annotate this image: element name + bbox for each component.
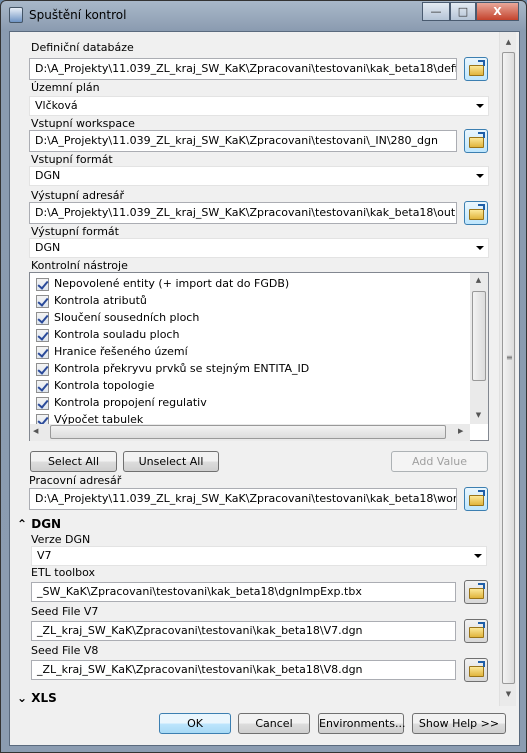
list-item[interactable]: Kontrola souladu ploch [36, 328, 179, 345]
parameters-panel: Definiční databáze D:\A_Projekty\11.039_… [0, 0, 527, 706]
scroll-right-icon[interactable]: ▶ [458, 427, 463, 435]
scroll-down-icon[interactable]: ▼ [470, 411, 487, 419]
cancel-button[interactable]: Cancel [238, 713, 310, 734]
folder-icon [469, 204, 485, 220]
label-seed-v8: Seed File V8 [31, 644, 99, 657]
scroll-up-icon[interactable]: ▲ [470, 276, 487, 284]
list-item-label: Kontrola propojení regulativ [54, 396, 207, 409]
etl-toolbox-input[interactable]: _SW_KaK\Zpracovani\testovani\kak_beta18\… [31, 582, 456, 602]
list-item[interactable]: Hranice řešeného území [36, 345, 188, 362]
vystupni-format-dropdown[interactable]: DGN [29, 238, 489, 258]
browse-button[interactable] [464, 619, 488, 643]
kontrolni-nastroje-list: Nepovolené entity (+ import dat do FGDB)… [29, 272, 489, 441]
list-item[interactable]: Nepovolené entity (+ import dat do FGDB) [36, 277, 289, 294]
list-horizontal-scrollbar[interactable]: ◀ ▶ [30, 424, 470, 441]
dropdown-value: V7 [37, 549, 52, 562]
label-vstupni-format: Vstupní formát [31, 153, 113, 166]
checkbox[interactable] [36, 311, 49, 325]
list-item-label: Nepovolené entity (+ import dat do FGDB) [54, 277, 290, 290]
dropdown-value: DGN [35, 241, 61, 254]
list-item[interactable]: Kontrola propojení regulativ [36, 396, 207, 413]
label-seed-v7: Seed File V7 [31, 605, 99, 618]
chevron-down-icon [474, 554, 482, 558]
browse-button[interactable] [464, 129, 488, 153]
label-uzemni-plan: Územní plán [31, 81, 100, 94]
dropdown-value: Vlčková [35, 99, 78, 112]
label-vystupni-format: Výstupní formát [31, 225, 119, 238]
chevron-down-icon [476, 246, 484, 250]
folder-icon [469, 661, 485, 677]
folder-icon [469, 490, 485, 506]
environments-button[interactable]: Environments... [318, 713, 405, 734]
verze-dgn-dropdown[interactable]: V7 [31, 546, 487, 566]
list-item[interactable]: Sloučení sousedních ploch [36, 311, 199, 328]
chevron-down-icon [476, 104, 484, 108]
scroll-left-icon[interactable]: ◀ [33, 427, 38, 435]
checkbox[interactable] [36, 294, 49, 308]
list-item-label: Sloučení sousedních ploch [54, 311, 200, 324]
label-kontrolni-nastroje: Kontrolní nástroje [31, 259, 128, 272]
label-verze-dgn: Verze DGN [31, 533, 91, 546]
expand-icon: ⌄ [17, 691, 32, 705]
xls-section-header[interactable]: ⌄ XLS [17, 691, 57, 705]
show-help-button[interactable]: Show Help >> [412, 713, 506, 734]
section-title: XLS [31, 691, 57, 705]
browse-button[interactable] [464, 658, 488, 682]
pracovni-adresar-input[interactable]: D:\A_Projekty\11.039_ZL_kraj_SW_KaK\Zpra… [29, 488, 457, 510]
definicni-databaze-input[interactable]: D:\A_Projekty\11.039_ZL_kraj_SW_KaK\Zpra… [29, 58, 457, 80]
scroll-down-icon[interactable]: ▼ [500, 690, 517, 698]
browse-button[interactable] [464, 487, 488, 511]
checkbox[interactable] [36, 379, 49, 393]
chevron-down-icon [476, 174, 484, 178]
vstupni-format-dropdown[interactable]: DGN [29, 166, 489, 186]
checkbox[interactable] [36, 277, 49, 291]
checkbox[interactable] [36, 345, 49, 359]
folder-icon [469, 583, 485, 599]
list-item[interactable]: Kontrola překryvu prvků se stejným ENTIT… [36, 362, 309, 379]
panel-scrollbar[interactable]: ▲ ≡ ▼ [499, 32, 516, 706]
list-item[interactable]: Kontrola atributů [36, 294, 147, 311]
list-item-label: Hranice řešeného území [54, 345, 188, 358]
folder-icon [469, 622, 485, 638]
checkbox[interactable] [36, 362, 49, 376]
label-definicni-databaze: Definiční databáze [31, 41, 134, 54]
list-item-label: Kontrola souladu ploch [54, 328, 180, 341]
collapse-icon: ⌃ [17, 517, 32, 531]
folder-icon [469, 132, 485, 148]
scroll-thumb[interactable]: ≡ [502, 52, 515, 684]
label-pracovni-adresar: Pracovní adresář [29, 474, 122, 487]
list-item[interactable]: Kontrola topologie [36, 379, 154, 396]
browse-button[interactable] [464, 580, 488, 604]
ok-button[interactable]: OK [159, 713, 231, 734]
vystupni-adresar-input[interactable]: D:\A_Projekty\11.039_ZL_kraj_SW_KaK\Zpra… [29, 202, 457, 224]
dgn-section-header[interactable]: ⌃ DGN [17, 517, 61, 531]
uzemni-plan-dropdown[interactable]: Vlčková [29, 96, 489, 116]
add-value-button[interactable]: Add Value [391, 451, 488, 472]
label-vystupni-adresar: Výstupní adresář [31, 189, 125, 202]
scroll-thumb[interactable] [472, 291, 486, 381]
label-vstupni-workspace: Vstupní workspace [31, 117, 135, 130]
checkbox[interactable] [36, 396, 49, 410]
label-etl-toolbox: ETL toolbox [31, 566, 96, 579]
unselect-all-button[interactable]: Unselect All [123, 451, 219, 472]
list-item-label: Kontrola topologie [54, 379, 155, 392]
section-title: DGN [31, 517, 62, 531]
scroll-thumb[interactable] [50, 425, 446, 439]
vstupni-workspace-input[interactable]: D:\A_Projekty\11.039_ZL_kraj_SW_KaK\Zpra… [29, 130, 457, 152]
seed-v8-input[interactable]: _ZL_kraj_SW_KaK\Zpracovani\testovani\kak… [31, 660, 456, 680]
folder-icon [469, 60, 485, 76]
seed-v7-input[interactable]: _ZL_kraj_SW_KaK\Zpracovani\testovani\kak… [31, 621, 456, 641]
select-all-button[interactable]: Select All [30, 451, 117, 472]
checkbox[interactable] [36, 328, 49, 342]
list-vertical-scrollbar[interactable]: ▲ ▼ [470, 273, 488, 424]
browse-button[interactable] [464, 201, 488, 225]
browse-button[interactable] [464, 57, 488, 81]
list-item-label: Kontrola překryvu prvků se stejným ENTIT… [54, 362, 310, 375]
list-item-label: Kontrola atributů [54, 294, 147, 307]
dropdown-value: DGN [35, 169, 61, 182]
scroll-up-icon[interactable]: ▲ [500, 38, 517, 46]
